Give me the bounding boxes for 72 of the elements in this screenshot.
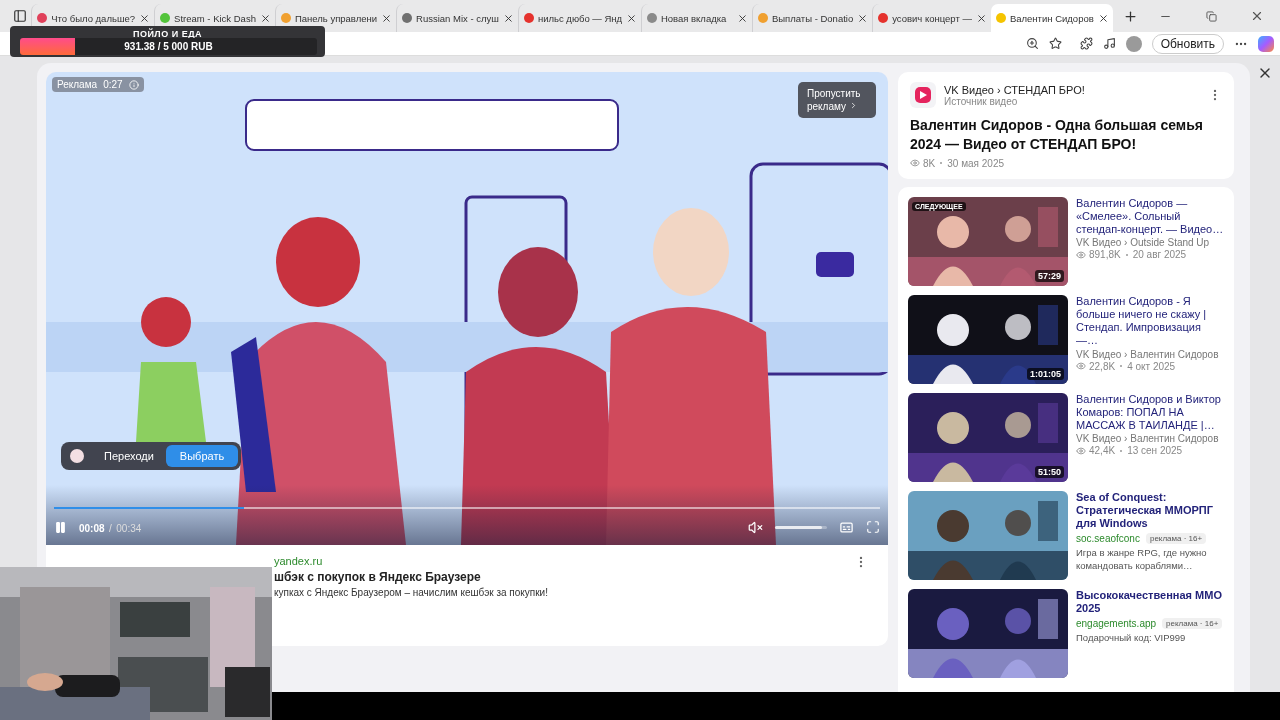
source-name[interactable]: VK Видео › СТЕНДАП БРО! (944, 83, 1200, 96)
ad-badge: Реклама 0:27 (52, 77, 144, 92)
item-title: Высококачественная ММО 2025 (1076, 588, 1223, 616)
ad-item[interactable]: Высококачественная ММО 2025 engagements.app реклама · 16+ Подарочный код: VIP999 (908, 588, 1224, 678)
item-title: Sea of Conquest: Стратегическая ММОРПГ для Windows (1076, 490, 1214, 531)
item-title: Валентин Сидоров и Виктор Комаров: ПОПАЛ НА МАССАЖ В ТАИЛАНДЕ |… (1076, 392, 1222, 433)
ad-label: реклама · 16+ (1162, 618, 1223, 630)
item-title: Валентин Сидоров - Я больше ничего не скажу | Стендап. Импровизация —… (1076, 294, 1208, 348)
channel-name: VK Видео › Валентин Сидоров (1076, 433, 1220, 445)
close-icon[interactable] (381, 12, 393, 24)
zoom-icon[interactable] (1025, 37, 1039, 50)
view-count: 22,8K (1089, 360, 1116, 372)
fullscreen-icon[interactable] (866, 520, 880, 534)
total-time: 00:34 (116, 523, 142, 534)
view-count: 8K (923, 157, 936, 169)
play-logo-icon (910, 82, 936, 108)
ad-description: Игра в жанре RPG, где нужно командовать кораблями… (1076, 547, 1208, 573)
close-icon[interactable] (975, 12, 987, 24)
restore-icon[interactable] (1205, 10, 1217, 22)
view-count: 42,4K (1089, 445, 1116, 457)
item-title: Валентин Сидоров — «Смелее». Сольный стендап-концерт. — Видео… (1076, 196, 1224, 237)
cta-text: Переходи (104, 450, 154, 462)
copilot-icon[interactable] (1258, 35, 1274, 52)
video-item[interactable]: 1:01:05 Валентин Сидоров - Я больше ничего не скажу | Стендап. Импровизация —… VK Видео › Валентин Сидоров 22,8K 4 окт 2025 (908, 294, 1224, 384)
time-separator: / (109, 523, 112, 534)
close-icon[interactable] (502, 12, 514, 24)
ad-source[interactable]: yandex.ru (274, 555, 323, 567)
eye-icon (1076, 249, 1086, 260)
ad-item[interactable]: Sea of Conquest: Стратегическая ММОРПГ для Windows soc.seaofconc реклама · 16+ Игра в жанре RPG, где нужно командовать кораблями… (908, 490, 1224, 580)
ad-title[interactable]: шбэк с покупок в Яндекс Браузере (274, 570, 481, 584)
music-icon[interactable] (1102, 37, 1116, 50)
subtitles-icon[interactable] (839, 519, 854, 535)
star-icon[interactable] (1048, 37, 1062, 50)
eye-icon (1076, 361, 1086, 372)
sidebar-icon[interactable] (12, 9, 27, 23)
video-title: Валентин Сидоров - Одна большая семья 2024 — Видео от СТЕНДАП БРО! (910, 116, 1204, 154)
new-tab-icon[interactable] (1122, 8, 1138, 24)
goal-amount: 931.38 / 5 000 RUB (124, 41, 213, 52)
publish-date: 20 авг 2025 (1132, 249, 1187, 261)
publish-date: 30 мая 2025 (947, 157, 1004, 169)
ad-label: реклама · 16+ (1145, 533, 1207, 545)
eye-icon (1076, 445, 1086, 456)
mute-icon[interactable] (748, 519, 763, 535)
close-icon[interactable] (857, 12, 869, 24)
browser-tab[interactable]: Валентин Сидоров (990, 4, 1113, 32)
current-time: 00:08 (79, 523, 105, 534)
ad-text: купках с Яндекс Браузером – начислим кешбэк за покупки! (274, 587, 548, 598)
ad-domain[interactable]: engagements.app (1076, 618, 1157, 630)
close-icon[interactable] (736, 12, 748, 24)
update-button[interactable]: Обновить (1151, 33, 1224, 54)
close-icon[interactable] (259, 12, 271, 24)
publish-date: 13 сен 2025 (1127, 445, 1183, 457)
view-count: 891,8K (1089, 249, 1121, 261)
skip-ad-button[interactable]: Пропустить рекламу (798, 82, 876, 118)
publish-date: 4 окт 2025 (1127, 360, 1176, 372)
ad-domain[interactable]: soc.seaofconc (1076, 533, 1140, 545)
goal-title: ПОЙЛО И ЕДА (132, 29, 203, 39)
close-icon[interactable] (1250, 9, 1264, 23)
close-icon[interactable] (139, 12, 151, 24)
volume-slider[interactable] (775, 525, 822, 529)
video-item[interactable]: 51:50 Валентин Сидоров и Виктор Комаров: ПОПАЛ НА МАССАЖ В ТАИЛАНДЕ |… VK Видео › Валентин Сидоров 42,4K 13 сен 2025 (908, 392, 1224, 482)
puzzle-icon[interactable] (1079, 37, 1093, 50)
pause-icon[interactable] (54, 520, 67, 534)
eye-icon (910, 158, 920, 169)
brand-logo-icon (70, 449, 84, 463)
close-icon[interactable] (1097, 12, 1109, 24)
channel-name: VK Видео › Outside Stand Up (1076, 237, 1211, 249)
close-icon[interactable] (626, 12, 638, 24)
avatar-icon[interactable] (1125, 35, 1142, 52)
channel-name: VK Видео › Валентин Сидоров (1076, 348, 1220, 360)
source-caption: Источник видео (944, 95, 1018, 107)
ad-description: Подарочный код: VIP999 (1076, 632, 1187, 645)
